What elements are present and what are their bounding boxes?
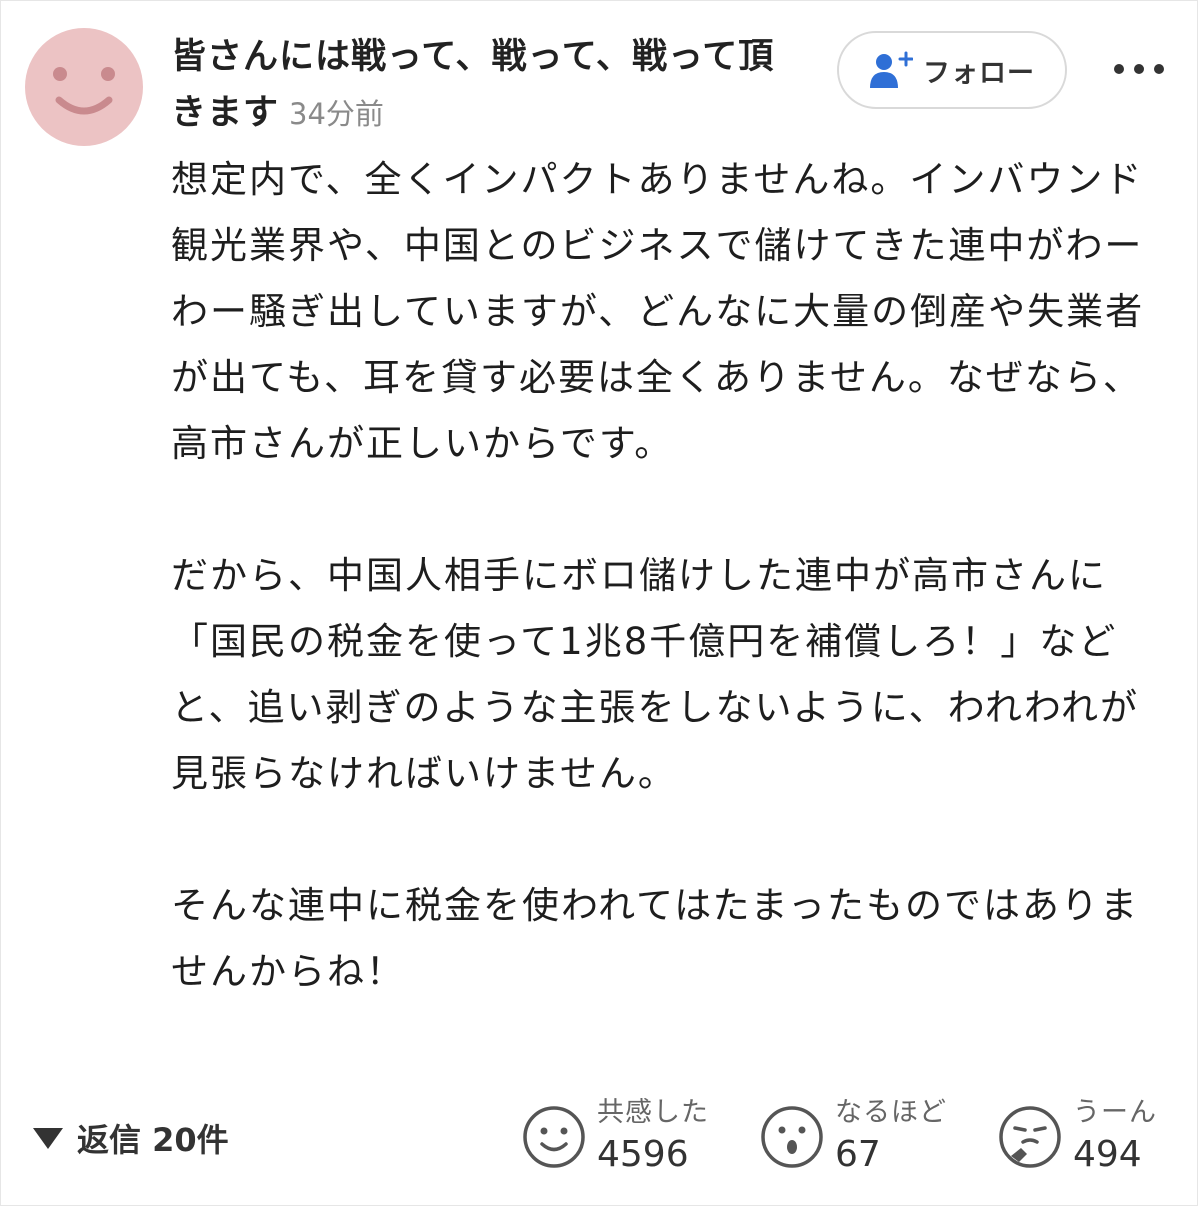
reaction-label: うーん <box>1073 1097 1157 1128</box>
follow-label: フォロー <box>923 57 1035 89</box>
reaction-label: 共感した <box>597 1097 709 1128</box>
reaction-empathy[interactable]: 共感した 4596 <box>521 1095 709 1179</box>
user-avatar[interactable] <box>25 28 143 146</box>
reaction-count: 494 <box>1073 1134 1142 1175</box>
replies-toggle[interactable]: 返信 20件 <box>31 1115 229 1161</box>
comment-paragraph: そんな連中に税金を使われてはたまったものではありませんからね！ <box>171 884 1139 993</box>
username[interactable]: 皆さんには戦って、戦って、戦って頂きます <box>171 37 774 133</box>
more-dots-icon <box>1114 64 1164 74</box>
more-options-button[interactable] <box>1109 53 1169 85</box>
smiley-avatar-icon <box>53 67 115 115</box>
surprised-face-icon <box>761 1106 823 1168</box>
add-user-icon <box>870 51 913 88</box>
replies-label: 返信 20件 <box>77 1121 229 1159</box>
comment-card: 皆さんには戦って、戦って、戦って頂きます 34分前 フォロー 想定内で、全くインパ… <box>0 0 1198 1206</box>
reaction-hmm[interactable]: うーん 494 <box>997 1095 1157 1179</box>
comment-paragraph: 想定内で、全くインパクトありませんね。インバウンド観光業界や、中国とのビジネスで… <box>171 158 1145 465</box>
smile-face-icon <box>523 1106 585 1168</box>
reaction-label: なるほど <box>835 1097 947 1128</box>
comment-body: 想定内で、全くインパクトありませんね。インバウンド観光業界や、中国とのビジネスで… <box>171 147 1161 1005</box>
follow-button[interactable]: フォロー <box>837 31 1067 109</box>
caret-down-icon <box>33 1128 63 1149</box>
comment-paragraph: だから、中国人相手にボロ儲けした連中が高市さんに「国民の税金を使って1兆8千億円… <box>171 554 1139 795</box>
reaction-understood[interactable]: なるほど 67 <box>759 1095 947 1179</box>
thinking-face-icon <box>999 1106 1061 1168</box>
reaction-count: 67 <box>835 1134 881 1175</box>
comment-header: 皆さんには戦って、戦って、戦って頂きます 34分前 <box>171 29 791 142</box>
timestamp: 34分前 <box>289 97 384 131</box>
reaction-count: 4596 <box>597 1134 689 1175</box>
